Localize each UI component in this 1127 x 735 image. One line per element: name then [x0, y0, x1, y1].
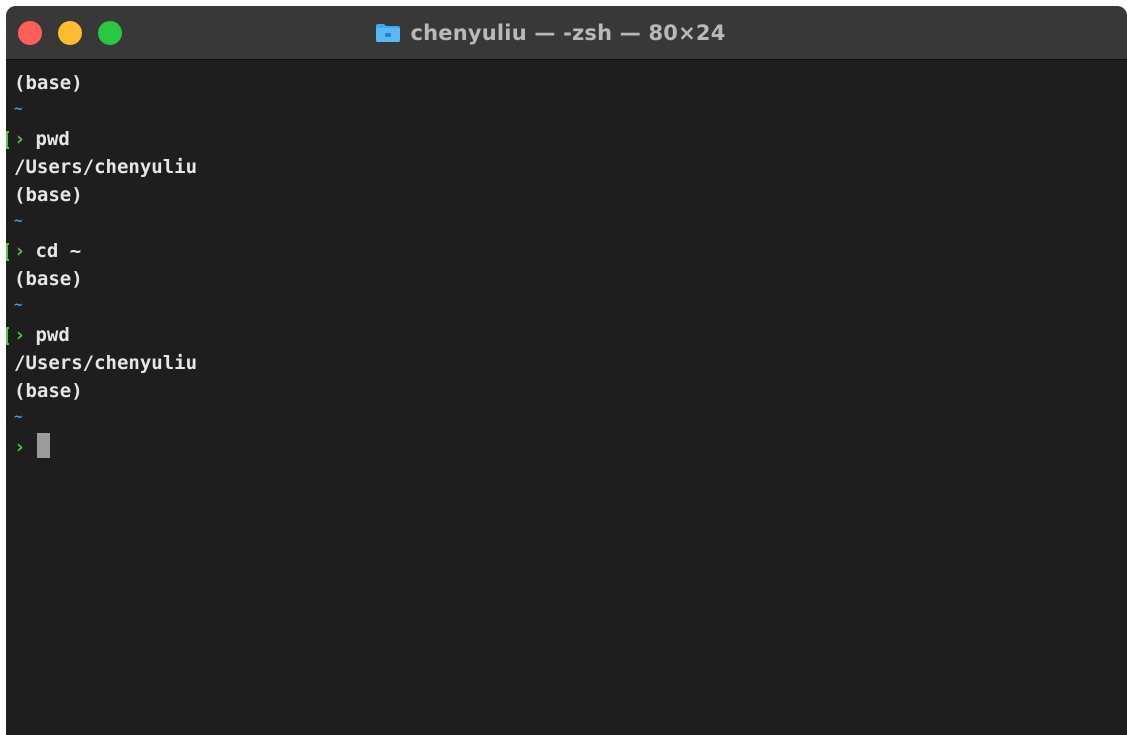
command-text: cd ~	[35, 240, 82, 262]
command-line: › pwd	[6, 125, 1127, 153]
output-text: (base)	[14, 380, 83, 402]
command-mark-icon	[6, 243, 9, 261]
output-text: (base)	[14, 184, 83, 206]
prompt-path-line: ~	[14, 97, 1127, 125]
command-line: › cd ~	[6, 237, 1127, 265]
terminal-window: chenyuliu — -zsh — 80×24 (base) ~ › pwd/Use…	[6, 6, 1127, 735]
output-line: (base)	[14, 265, 1127, 293]
prompt-path-tilde: ~	[14, 409, 23, 425]
output-text: /Users/chenyuliu	[14, 156, 198, 178]
terminal-content[interactable]: (base) ~ › pwd/Users/chenyuliu (base) ~ › cd ~ (…	[6, 60, 1127, 735]
output-line: /Users/chenyuliu	[14, 349, 1127, 377]
output-line: (base)	[14, 69, 1127, 97]
active-prompt-line: ›	[14, 433, 1127, 461]
prompt-path-line: ~	[14, 405, 1127, 433]
folder-icon	[376, 23, 401, 42]
prompt-arrow-icon: ›	[14, 240, 26, 262]
window-title: chenyuliu — -zsh — 80×24	[6, 6, 1127, 59]
prompt-path-line: ~	[14, 209, 1127, 237]
output-text: /Users/chenyuliu	[14, 352, 198, 374]
title-bar[interactable]: chenyuliu — -zsh — 80×24	[6, 6, 1127, 60]
command-line: › pwd	[6, 321, 1127, 349]
output-text: (base)	[14, 268, 83, 290]
text-cursor[interactable]	[37, 433, 51, 458]
prompt-arrow-icon: ›	[14, 128, 26, 150]
command-text: pwd	[35, 324, 70, 346]
prompt-path-line: ~	[14, 293, 1127, 321]
prompt-path-tilde: ~	[14, 101, 23, 117]
prompt-arrow-icon: ›	[14, 436, 26, 458]
output-line: /Users/chenyuliu	[14, 153, 1127, 181]
prompt-path-tilde: ~	[14, 213, 23, 229]
prompt-path-tilde: ~	[14, 297, 23, 313]
command-text: pwd	[35, 128, 70, 150]
output-text: (base)	[14, 72, 83, 94]
prompt-arrow-icon: ›	[14, 324, 26, 346]
command-mark-icon	[6, 131, 9, 149]
command-mark-icon	[6, 327, 9, 345]
window-title-text: chenyuliu — -zsh — 80×24	[410, 20, 726, 45]
output-line: (base)	[14, 181, 1127, 209]
output-line: (base)	[14, 377, 1127, 405]
